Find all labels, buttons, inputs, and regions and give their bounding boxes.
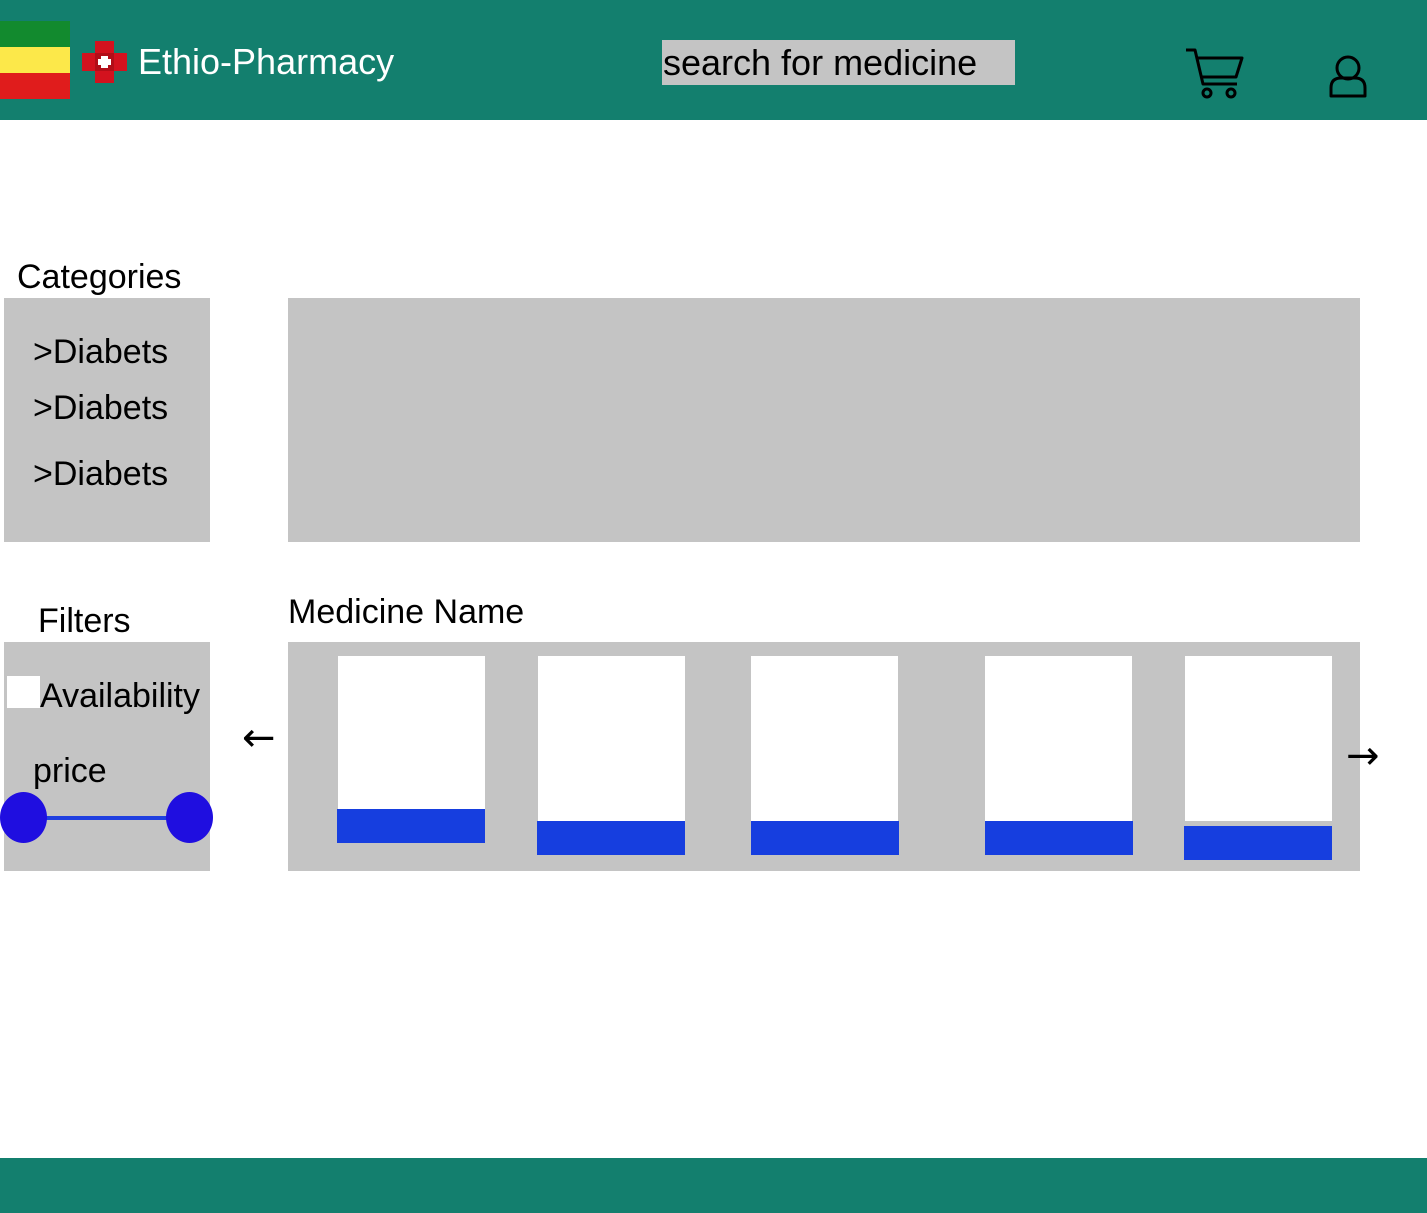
products-title: Medicine Name <box>288 593 525 631</box>
product-card-image[interactable] <box>538 656 685 822</box>
category-item[interactable]: >Diabets <box>33 388 168 428</box>
price-slider-track[interactable] <box>22 816 190 820</box>
promo-banner <box>288 298 1360 542</box>
product-card-button[interactable] <box>751 821 899 855</box>
ethiopia-flag-icon <box>0 21 70 99</box>
next-arrow-icon[interactable]: → <box>1346 736 1380 776</box>
categories-title: Categories <box>17 258 182 296</box>
category-item[interactable]: >Diabets <box>33 454 168 494</box>
cart-icon[interactable] <box>1184 46 1246 102</box>
brand-name[interactable]: Ethio-Pharmacy <box>138 40 394 84</box>
availability-checkbox[interactable] <box>7 676 40 708</box>
product-card-image[interactable] <box>985 656 1132 822</box>
price-slider-max-handle[interactable] <box>166 792 213 843</box>
search-input[interactable]: search for medicine <box>662 40 1015 85</box>
footer-bar <box>0 1158 1427 1213</box>
product-card-image[interactable] <box>751 656 898 822</box>
red-cross-logo-icon <box>82 41 127 83</box>
availability-label: Availability <box>40 677 201 715</box>
categories-panel: >Diabets >Diabets >Diabets <box>4 298 210 542</box>
product-card-button[interactable] <box>337 809 485 843</box>
price-label: price <box>33 752 107 790</box>
prev-arrow-icon[interactable]: ← <box>242 718 276 758</box>
product-card-image[interactable] <box>1185 656 1332 821</box>
product-card-image[interactable] <box>338 656 485 811</box>
top-nav-bar: Ethio-Pharmacy search for medicine <box>0 0 1427 120</box>
price-slider-min-handle[interactable] <box>0 792 47 843</box>
filters-title: Filters <box>38 602 131 640</box>
product-card-button[interactable] <box>537 821 685 855</box>
product-card-button[interactable] <box>985 821 1133 855</box>
category-item[interactable]: >Diabets <box>33 332 168 372</box>
user-account-icon[interactable] <box>1327 54 1369 98</box>
product-card-button[interactable] <box>1184 826 1332 860</box>
